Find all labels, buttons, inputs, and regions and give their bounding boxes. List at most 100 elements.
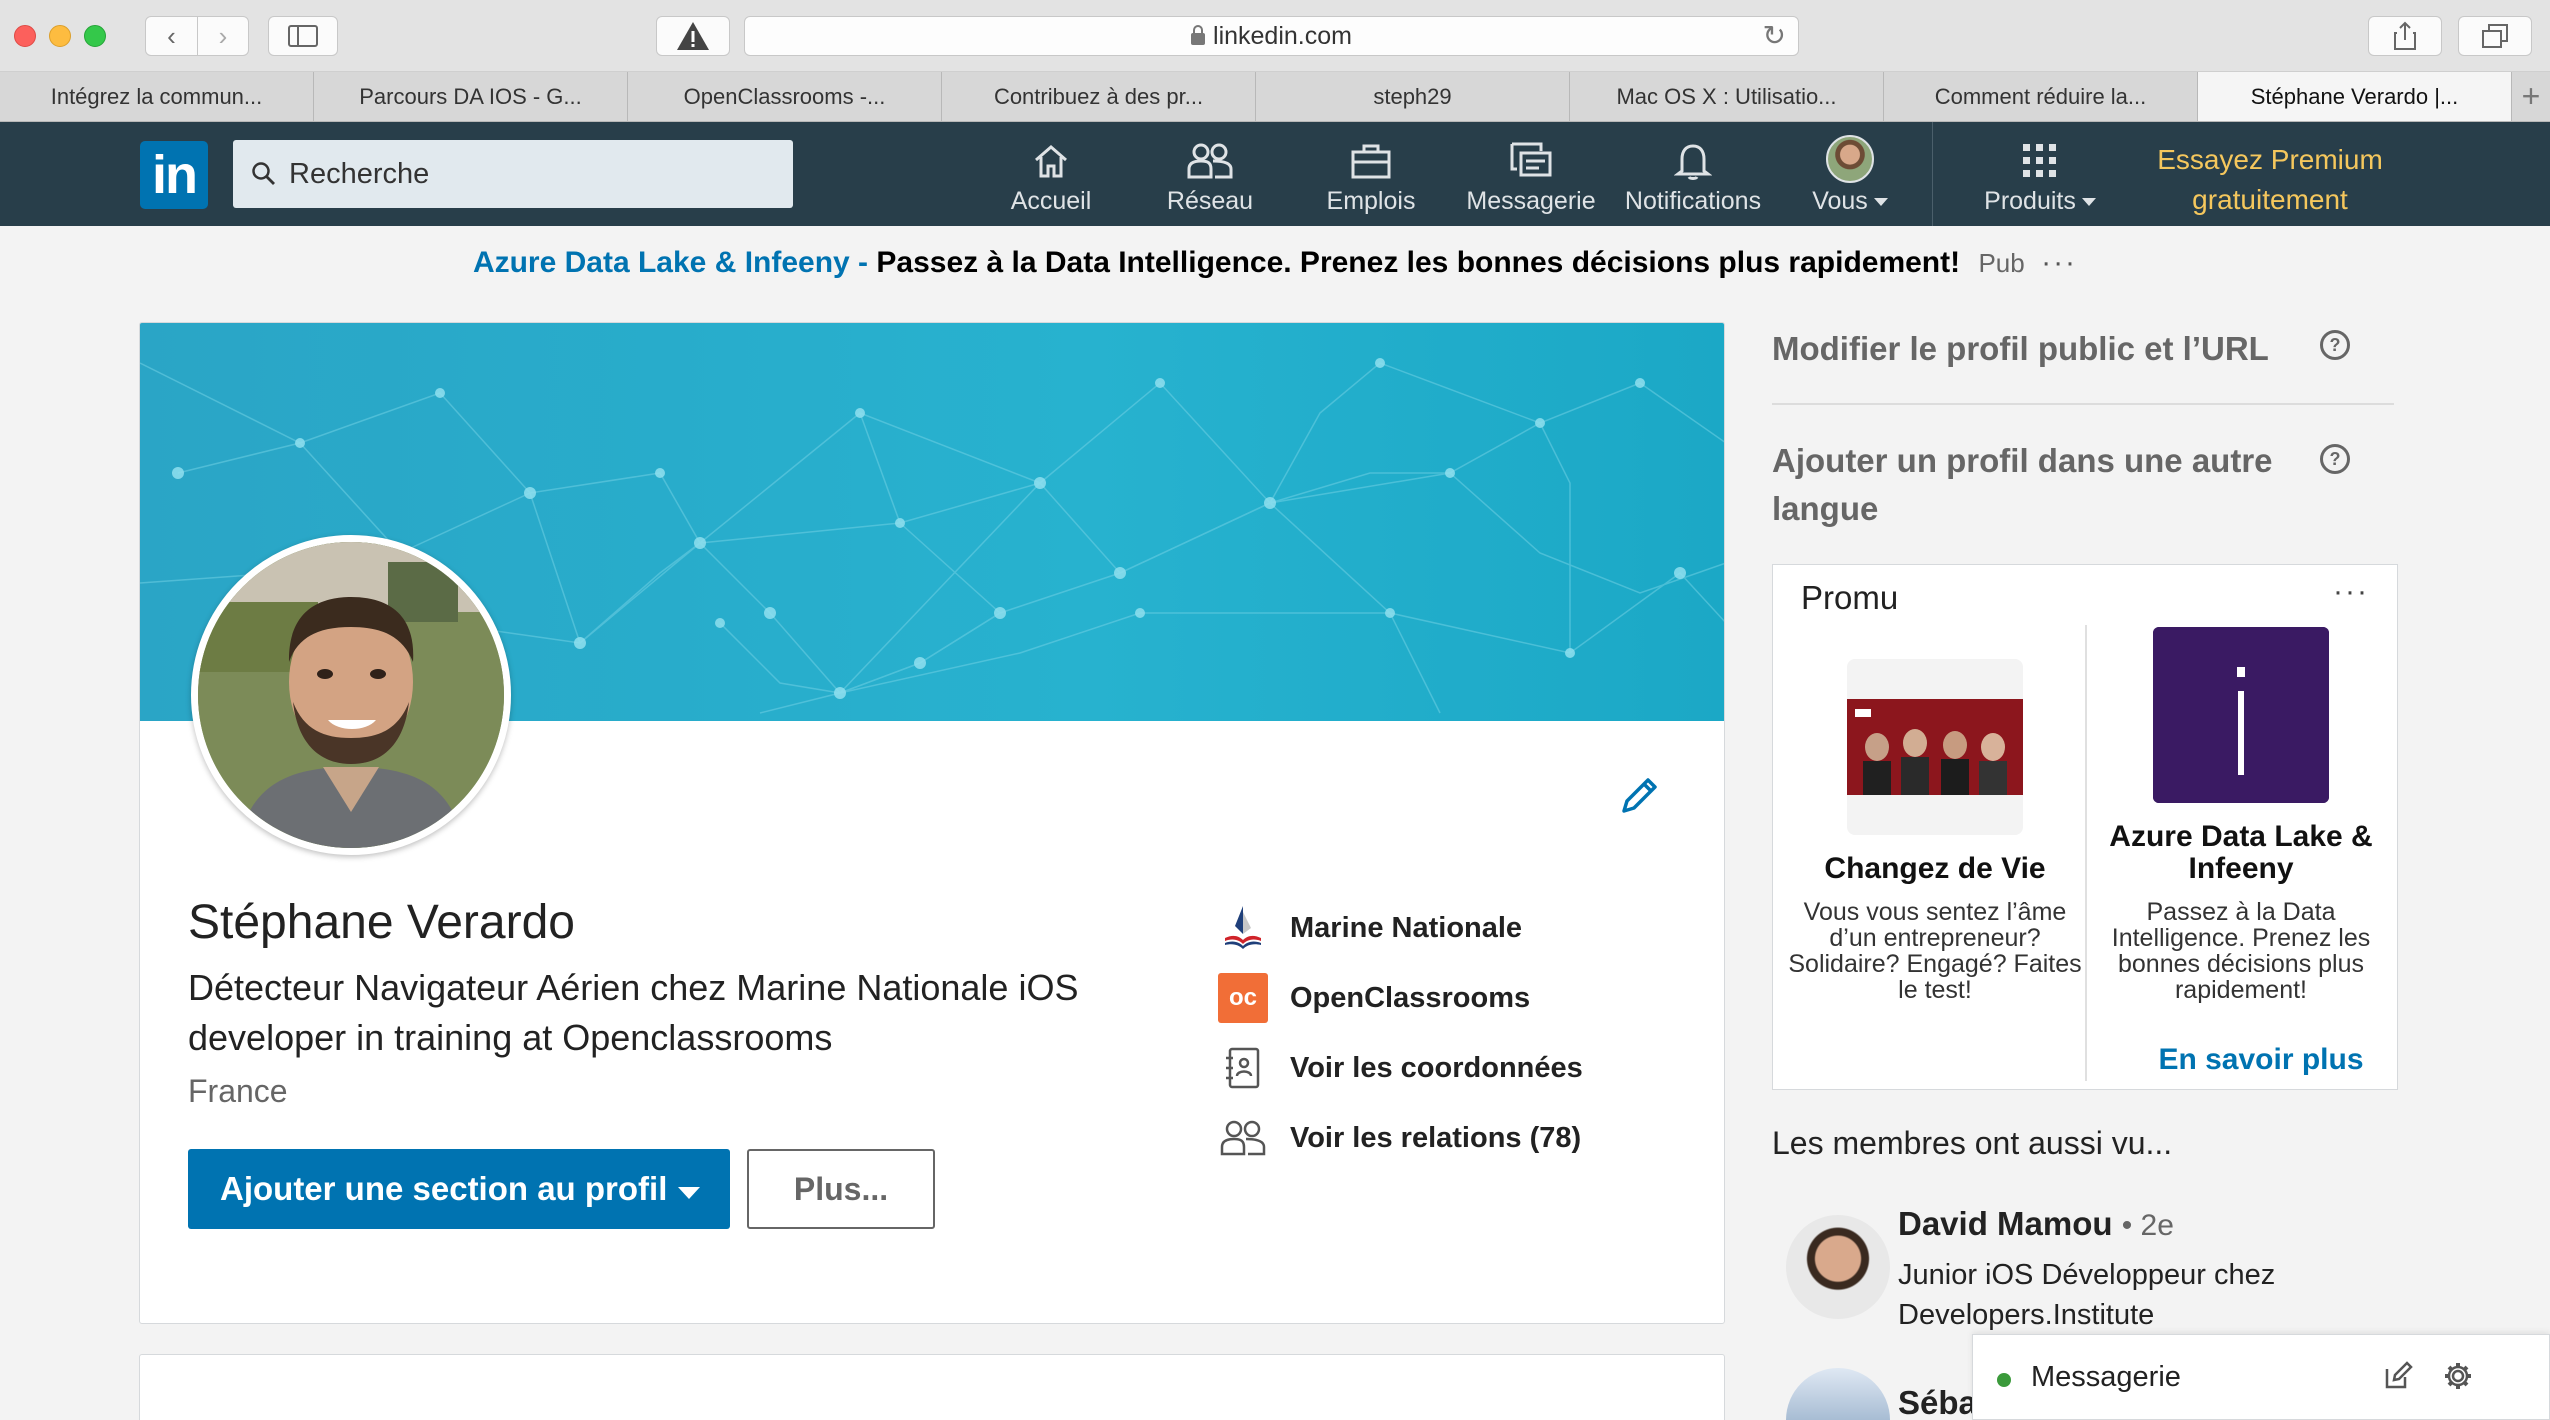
browser-tab[interactable]: steph29 bbox=[1256, 72, 1570, 121]
connections-icon bbox=[1218, 1113, 1268, 1163]
also-viewed-title: Les membres ont aussi vu... bbox=[1772, 1125, 2173, 1161]
promoted-title: Promu bbox=[1801, 579, 1899, 616]
person-name: David Mamou bbox=[1898, 1205, 2113, 1242]
nav-products-wrapper: Produits bbox=[1984, 187, 2096, 216]
tabs-icon bbox=[2482, 24, 2508, 48]
person-avatar bbox=[1786, 1215, 1890, 1319]
search-icon bbox=[252, 162, 275, 185]
browser-tab[interactable]: Contribuez à des pr... bbox=[942, 72, 1256, 121]
profile-headline: Détecteur Navigateur Aérien chez Marine … bbox=[188, 967, 1079, 1058]
add-language-profile-link[interactable]: Ajouter un profil dans une autre langue bbox=[1772, 437, 2292, 533]
online-status-dot bbox=[1997, 1373, 2011, 1387]
grid-icon bbox=[2023, 144, 2056, 177]
promo-item-azure[interactable]: Azure Data Lake & Infeeny Passez à la Da… bbox=[2091, 625, 2391, 1003]
nav-label: Réseau bbox=[1166, 187, 1254, 215]
home-icon bbox=[1035, 145, 1067, 178]
forward-button[interactable]: › bbox=[196, 17, 248, 55]
edit-profile-icon[interactable] bbox=[1618, 775, 1660, 822]
premium-line1: Essayez Premium bbox=[2157, 144, 2383, 175]
profile-name: Stéphane Verardo bbox=[188, 896, 575, 949]
help-icon[interactable]: ? bbox=[2320, 444, 2350, 474]
promo-name: Changez de Vie bbox=[1824, 852, 2046, 885]
ad-more-icon[interactable]: ··· bbox=[2041, 246, 2077, 279]
tab-overview-button[interactable] bbox=[2458, 16, 2532, 56]
add-profile-section-button[interactable]: Ajouter une section au profil bbox=[188, 1149, 730, 1229]
nav-label: Messagerie bbox=[1466, 187, 1596, 215]
company-label: Marine Nationale bbox=[1290, 911, 1523, 944]
linkedin-navbar: in Accueil Réseau Emplois Messagerie Not… bbox=[0, 122, 2550, 226]
search-box bbox=[233, 140, 793, 208]
ad-banner: Azure Data Lake & Infeeny - Passez à la … bbox=[0, 246, 2550, 280]
warning-icon bbox=[677, 22, 709, 50]
minimize-window-button[interactable] bbox=[49, 25, 71, 47]
nav-item-notifications[interactable]: Notifications bbox=[1614, 122, 1772, 226]
connections-label: Voir les relations (78) bbox=[1290, 1121, 1582, 1154]
more-options-icon[interactable]: ··· bbox=[2333, 575, 2369, 609]
browser-tab-active[interactable]: Stéphane Verardo |... bbox=[2198, 72, 2512, 121]
person-degree: • 2e bbox=[2121, 1209, 2174, 1242]
address-bar[interactable]: linkedin.com ↻ bbox=[744, 16, 1799, 56]
help-icon[interactable]: ? bbox=[2320, 330, 2350, 360]
nav-me-wrapper: Vous bbox=[1812, 187, 1888, 216]
nav-item-jobs[interactable]: Emplois bbox=[1316, 122, 1426, 226]
edit-public-profile-link[interactable]: Modifier le profil public et l’URL bbox=[1772, 325, 2292, 373]
nav-item-me[interactable]: Vous bbox=[1800, 122, 1900, 226]
profile-location: France bbox=[188, 1073, 288, 1109]
messaging-label: Messagerie bbox=[2031, 1361, 2181, 1393]
openclassrooms-logo: oc bbox=[1218, 973, 1268, 1023]
browser-tab[interactable]: Mac OS X : Utilisatio... bbox=[1570, 72, 1884, 121]
profile-side-list: Marine Nationale oc OpenClassrooms Voir … bbox=[1218, 893, 1583, 1173]
back-button[interactable]: ‹ bbox=[146, 17, 197, 55]
nav-item-home[interactable]: Accueil bbox=[996, 122, 1106, 226]
browser-tab[interactable]: Comment réduire la... bbox=[1884, 72, 2198, 121]
person-name-wrapper: David Mamou • 2e bbox=[1898, 1205, 2174, 1243]
contact-info-label: Voir les coordonnées bbox=[1290, 1051, 1583, 1084]
premium-line2: gratuitement bbox=[2192, 184, 2348, 215]
person-name[interactable]: Séba bbox=[1898, 1384, 1977, 1420]
linkedin-logo[interactable]: in bbox=[140, 141, 208, 209]
share-icon bbox=[2394, 21, 2416, 50]
nav-label: Accueil bbox=[1010, 187, 1092, 215]
contact-info-link[interactable]: Voir les coordonnées bbox=[1218, 1033, 1583, 1103]
add-profile-section-label: Ajouter une section au profil bbox=[220, 1170, 668, 1207]
new-tab-button[interactable]: + bbox=[2512, 72, 2550, 121]
messaging-bar[interactable]: Messagerie bbox=[1972, 1334, 2550, 1420]
ad-tag: Pub bbox=[1978, 248, 2025, 278]
ad-message-link[interactable]: Passez à la Data Intelligence. Prenez le… bbox=[876, 246, 1960, 279]
promo-description: Vous vous sentez l’âme d’un entrepreneur… bbox=[1788, 898, 2082, 1004]
try-premium-link[interactable]: Essayez Premium gratuitement bbox=[2140, 140, 2400, 220]
sidebar-toggle-button[interactable] bbox=[268, 16, 338, 56]
nav-item-messaging[interactable]: Messagerie bbox=[1461, 122, 1601, 226]
zoom-window-button[interactable] bbox=[84, 25, 106, 47]
connections-link[interactable]: Voir les relations (78) bbox=[1218, 1103, 1583, 1173]
gear-icon[interactable] bbox=[2443, 1361, 2473, 1396]
browser-tab[interactable]: Parcours DA IOS - G... bbox=[314, 72, 628, 121]
nav-item-network[interactable]: Réseau bbox=[1155, 122, 1265, 226]
security-warning-button[interactable] bbox=[656, 16, 730, 56]
rail-divider bbox=[1772, 403, 2394, 405]
school-link[interactable]: oc OpenClassrooms bbox=[1218, 963, 1583, 1033]
more-actions-button[interactable]: Plus... bbox=[747, 1149, 935, 1229]
reload-icon[interactable]: ↻ bbox=[1763, 17, 1786, 55]
profile-section-card bbox=[139, 1354, 1725, 1420]
promoted-card: Promu ··· Changez de Vie Vous vous sente… bbox=[1772, 564, 2398, 1090]
close-window-button[interactable] bbox=[14, 25, 36, 47]
compose-icon[interactable] bbox=[2383, 1361, 2413, 1396]
profile-photo[interactable] bbox=[191, 535, 511, 855]
share-button[interactable] bbox=[2368, 16, 2442, 56]
promo-item-changez-de-vie[interactable]: Changez de Vie Vous vous sentez l’âme d’… bbox=[1785, 625, 2085, 1003]
tab-bar: Intégrez la commun... Parcours DA IOS - … bbox=[0, 72, 2550, 122]
search-input[interactable] bbox=[289, 157, 769, 191]
nav-item-products[interactable]: Produits bbox=[1970, 122, 2110, 226]
current-company-link[interactable]: Marine Nationale bbox=[1218, 893, 1583, 963]
learn-more-link[interactable]: En savoir plus bbox=[2111, 1043, 2411, 1077]
chevron-down-icon bbox=[678, 1187, 700, 1199]
browser-tab[interactable]: Intégrez la commun... bbox=[0, 72, 314, 121]
browser-tab[interactable]: OpenClassrooms -... bbox=[628, 72, 942, 121]
person-avatar[interactable] bbox=[1786, 1368, 1890, 1420]
history-nav: ‹ › bbox=[145, 16, 249, 56]
nav-divider bbox=[1932, 122, 1933, 226]
marine-nationale-logo bbox=[1218, 903, 1268, 953]
ad-sponsor-link[interactable]: Azure Data Lake & Infeeny - bbox=[473, 246, 868, 279]
user-avatar bbox=[1826, 135, 1874, 183]
